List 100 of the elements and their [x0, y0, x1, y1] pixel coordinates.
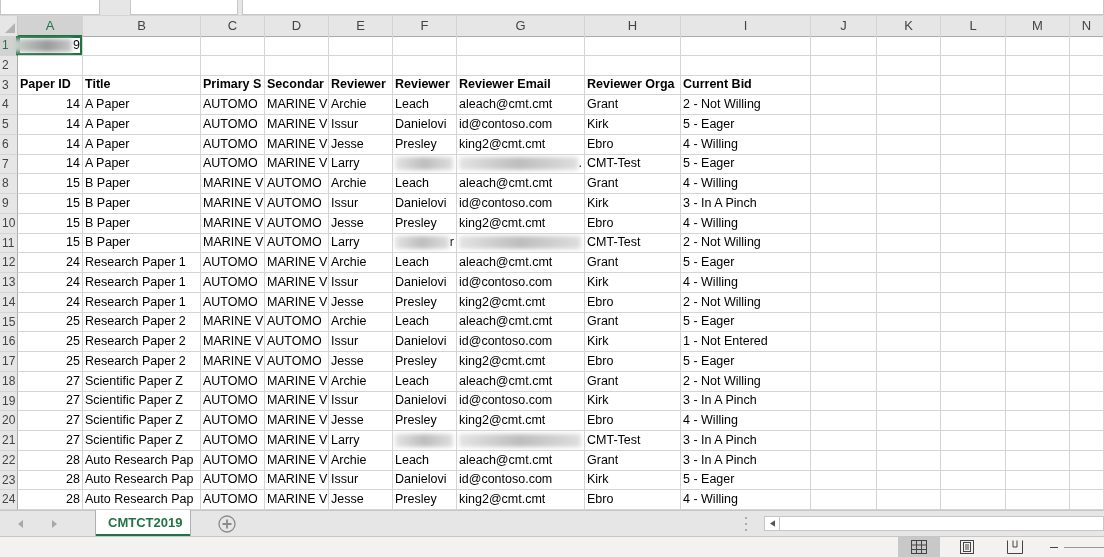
row-header[interactable]: 12 [0, 253, 18, 273]
next-sheet-icon[interactable] [51, 519, 57, 528]
row-header[interactable]: 18 [0, 371, 18, 392]
row-header[interactable]: 17 [0, 352, 18, 372]
table-cell [1006, 55, 1070, 76]
table-cell: Ebro [585, 411, 681, 431]
column-header[interactable]: B [83, 16, 201, 37]
table-cell [877, 233, 941, 254]
table-cell [877, 154, 941, 175]
table-cell: Presley [393, 213, 457, 234]
table-cell: AUTOMO [265, 174, 329, 194]
table-cell: Auto Research Pap [83, 470, 201, 491]
scroll-left-icon[interactable] [769, 520, 775, 527]
table-cell: AUTOMO [201, 134, 265, 155]
row-header[interactable]: 22 [0, 450, 18, 471]
table-cell [1070, 36, 1104, 56]
column-header[interactable]: M [1006, 16, 1070, 37]
table-cell: MARINE V [201, 194, 265, 214]
table-cell [877, 292, 941, 313]
table-cell: Larry [329, 154, 393, 175]
table-cell: AUTOMO [265, 312, 329, 333]
column-header[interactable]: C [201, 16, 265, 37]
table-cell: 27 [18, 411, 83, 431]
row-header[interactable]: 21 [0, 431, 18, 451]
table-cell: AUTOMO [201, 391, 265, 412]
column-header[interactable]: L [941, 16, 1006, 37]
table-cell: AUTOMO [265, 352, 329, 372]
table-cell: Issur [329, 194, 393, 214]
row-header[interactable]: 13 [0, 273, 18, 293]
row-header[interactable]: 8 [0, 174, 18, 194]
column-header[interactable]: H [585, 16, 681, 37]
table-cell [811, 253, 877, 273]
normal-view-icon[interactable] [911, 540, 927, 554]
table-cell: 4 - Willing [681, 134, 811, 155]
table-cell [1006, 213, 1070, 234]
table-cell: Issur [329, 332, 393, 352]
row-header[interactable]: 6 [0, 134, 18, 155]
table-cell: AUTOMO [201, 115, 265, 135]
table-cell [811, 411, 877, 431]
table-cell [877, 36, 941, 56]
table-cell: Danielovi [393, 332, 457, 352]
table-cell [1070, 233, 1104, 254]
row-header[interactable]: 10 [0, 213, 18, 234]
row-header[interactable]: 23 [0, 470, 18, 491]
column-header[interactable]: I [681, 16, 811, 37]
column-header[interactable]: E [329, 16, 393, 37]
name-box[interactable] [0, 0, 100, 15]
page-break-icon[interactable] [1007, 540, 1023, 554]
column-header[interactable]: G [457, 16, 585, 37]
horizontal-scrollbar[interactable] [764, 516, 1104, 531]
row-header[interactable]: 4 [0, 95, 18, 115]
row-header[interactable]: 15 [0, 312, 18, 333]
row-header[interactable]: 16 [0, 332, 18, 352]
table-cell: Auto Research Pap [83, 450, 201, 471]
column-header[interactable]: F [393, 16, 457, 37]
column-header[interactable]: A [18, 16, 83, 37]
table-cell: aleach@cmt.cmt [457, 450, 585, 471]
table-cell [1006, 253, 1070, 273]
table-cell: Danielovi [393, 273, 457, 293]
add-sheet-icon[interactable] [218, 514, 236, 533]
table-cell [941, 55, 1006, 76]
table-cell [941, 292, 1006, 313]
table-cell: 15 [18, 174, 83, 194]
function-box[interactable] [130, 0, 238, 15]
column-title-cell: Title [83, 75, 201, 96]
row-header[interactable]: 5 [0, 115, 18, 135]
column-header[interactable]: D [265, 16, 329, 37]
row-header[interactable]: 2 [0, 55, 18, 76]
row-header[interactable]: 7 [0, 154, 18, 175]
column-title-cell [941, 75, 1006, 96]
table-cell: Archie [329, 95, 393, 115]
table-cell [941, 174, 1006, 194]
row-header[interactable]: 24 [0, 490, 18, 510]
row-header[interactable]: 3 [0, 75, 18, 96]
row-header[interactable]: 20 [0, 411, 18, 431]
table-cell: 27 [18, 371, 83, 392]
formula-bar[interactable] [242, 0, 1104, 15]
row-header[interactable]: 19 [0, 391, 18, 412]
table-cell: 5 - Eager [681, 253, 811, 273]
table-cell: AUTOMO [201, 95, 265, 115]
table-cell: 24 [18, 273, 83, 293]
column-header[interactable]: K [877, 16, 941, 37]
table-cell [941, 470, 1006, 491]
table-cell: aleach@cmt.cmt [457, 95, 585, 115]
row-header[interactable]: 9 [0, 194, 18, 214]
table-cell: A Paper [83, 115, 201, 135]
table-cell [1006, 332, 1070, 352]
column-header[interactable]: N [1070, 16, 1104, 37]
table-cell: Kirk [585, 273, 681, 293]
split-handle-icon[interactable] [745, 516, 748, 531]
page-layout-icon[interactable] [960, 540, 974, 554]
column-header[interactable]: J [811, 16, 877, 37]
sheet-tab[interactable]: CMTCT2019 [96, 510, 190, 536]
previous-sheet-icon[interactable] [17, 519, 23, 528]
table-cell: id@contoso.com [457, 391, 585, 412]
table-cell [941, 431, 1006, 451]
row-header[interactable]: 11 [0, 233, 18, 254]
row-header[interactable]: 14 [0, 292, 18, 313]
table-cell [1070, 194, 1104, 214]
table-cell [941, 332, 1006, 352]
